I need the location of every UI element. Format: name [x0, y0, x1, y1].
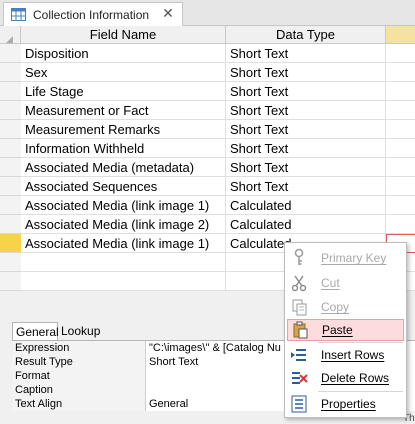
- description-cell[interactable]: [386, 139, 415, 158]
- row-selector[interactable]: [0, 101, 21, 120]
- menu-item-label: Properties: [321, 397, 376, 411]
- table-row: Measurement Remarks Short Text: [0, 120, 415, 139]
- data-type-cell[interactable]: Short Text: [226, 120, 386, 139]
- menu-item-label: Copy: [321, 300, 350, 314]
- row-selector[interactable]: [0, 82, 21, 101]
- field-name-cell[interactable]: Associated Sequences: [21, 177, 226, 196]
- description-cell[interactable]: [386, 101, 415, 120]
- menu-item-cut[interactable]: Cut: [287, 272, 404, 294]
- tab-collection-information[interactable]: Collection Information ✕: [3, 2, 183, 26]
- menu-item-label: Cut: [321, 276, 340, 290]
- data-type-cell[interactable]: Calculated: [226, 215, 386, 234]
- data-type-cell[interactable]: Calculated: [226, 196, 386, 215]
- data-type-cell[interactable]: Short Text: [226, 177, 386, 196]
- row-selector[interactable]: [0, 139, 21, 158]
- row-selector-current[interactable]: [0, 234, 21, 253]
- description-cell[interactable]: [386, 82, 415, 101]
- description-cell[interactable]: [386, 158, 415, 177]
- description-cell[interactable]: [386, 120, 415, 139]
- row-selector[interactable]: [0, 120, 21, 139]
- field-name-cell[interactable]: Associated Media (link image 1): [21, 196, 226, 215]
- menu-item-paste[interactable]: Paste: [287, 319, 404, 341]
- table-row: Sex Short Text: [0, 63, 415, 82]
- row-selector[interactable]: [0, 272, 21, 291]
- description-cell[interactable]: [386, 196, 415, 215]
- property-name: Expression: [12, 341, 146, 355]
- document-tab-bar: Collection Information ✕: [0, 0, 415, 26]
- copy-icon: [287, 296, 311, 318]
- column-header-field-name: Field Name: [21, 26, 226, 44]
- field-name-cell[interactable]: Associated Media (metadata): [21, 158, 226, 177]
- row-selector[interactable]: [0, 44, 21, 63]
- property-name: Format: [12, 369, 146, 383]
- field-name-cell[interactable]: [21, 253, 226, 272]
- menu-item-label: Primary Key: [321, 251, 387, 265]
- grid-corner[interactable]: ◢: [0, 26, 21, 44]
- property-name: Caption: [12, 383, 146, 397]
- table-row: Disposition Short Text: [0, 44, 415, 63]
- table-row: Measurement or Fact Short Text: [0, 101, 415, 120]
- property-name: Text Align: [12, 397, 146, 411]
- menu-item-delete-rows[interactable]: Delete Rows: [287, 367, 404, 389]
- row-selector[interactable]: [0, 196, 21, 215]
- menu-separator: [318, 391, 403, 392]
- table-row: Associated Media (metadata) Short Text: [0, 158, 415, 177]
- data-type-cell[interactable]: Short Text: [226, 63, 386, 82]
- scissors-icon: [287, 272, 311, 294]
- menu-item-copy[interactable]: Copy: [287, 296, 404, 318]
- paste-icon: [288, 319, 312, 341]
- data-type-cell[interactable]: Short Text: [226, 158, 386, 177]
- insert-rows-icon: [287, 344, 311, 366]
- description-cell[interactable]: [386, 215, 415, 234]
- field-name-cell[interactable]: Sex: [21, 63, 226, 82]
- row-selector[interactable]: [0, 63, 21, 82]
- tab-lookup[interactable]: Lookup: [58, 322, 104, 340]
- table-row: Associated Sequences Short Text: [0, 177, 415, 196]
- menu-item-primary-key[interactable]: Primary Key: [287, 247, 404, 269]
- menu-item-label: Paste: [322, 323, 353, 337]
- table-row: Life Stage Short Text: [0, 82, 415, 101]
- field-name-cell[interactable]: Life Stage: [21, 82, 226, 101]
- data-type-cell[interactable]: Short Text: [226, 101, 386, 120]
- delete-rows-icon: [287, 367, 311, 389]
- column-header-data-type: Data Type: [226, 26, 386, 44]
- menu-item-label: Insert Rows: [321, 348, 385, 362]
- menu-item-insert-rows[interactable]: Insert Rows: [287, 344, 404, 366]
- table-row: Associated Media (link image 1) Calculate…: [0, 196, 415, 215]
- description-cell[interactable]: [386, 63, 415, 82]
- tab-general[interactable]: General: [12, 322, 59, 340]
- row-selector[interactable]: [0, 177, 21, 196]
- property-name: Result Type: [12, 355, 146, 369]
- table-row: Information Withheld Short Text: [0, 139, 415, 158]
- column-header-description: [386, 26, 415, 44]
- field-name-cell[interactable]: Associated Media (link image 2): [21, 215, 226, 234]
- row-selector[interactable]: [0, 215, 21, 234]
- tab-label: Collection Information: [33, 7, 150, 22]
- data-type-cell[interactable]: Short Text: [226, 82, 386, 101]
- data-type-cell[interactable]: Short Text: [226, 139, 386, 158]
- table-row: Associated Media (link image 2) Calculate…: [0, 215, 415, 234]
- context-menu: Primary Key Cut Copy Paste Insert Rows D…: [284, 242, 407, 418]
- field-name-cell[interactable]: Disposition: [21, 44, 226, 63]
- key-icon: [287, 247, 311, 269]
- field-name-cell[interactable]: Measurement or Fact: [21, 101, 226, 120]
- description-cell[interactable]: [386, 44, 415, 63]
- row-selector[interactable]: [0, 158, 21, 177]
- field-name-cell[interactable]: [21, 272, 226, 291]
- field-name-cell[interactable]: Associated Media (link image 1): [21, 234, 226, 253]
- menu-item-properties[interactable]: Properties: [287, 393, 404, 415]
- row-selector[interactable]: [0, 253, 21, 272]
- description-cell[interactable]: [386, 177, 415, 196]
- field-name-cell[interactable]: Information Withheld: [21, 139, 226, 158]
- menu-item-label: Delete Rows: [321, 371, 390, 385]
- properties-icon: [287, 393, 311, 415]
- field-name-cell[interactable]: Measurement Remarks: [21, 120, 226, 139]
- menu-separator: [318, 342, 403, 343]
- close-icon[interactable]: ✕: [161, 6, 175, 20]
- table-icon: [11, 8, 26, 21]
- data-type-cell[interactable]: Short Text: [226, 44, 386, 63]
